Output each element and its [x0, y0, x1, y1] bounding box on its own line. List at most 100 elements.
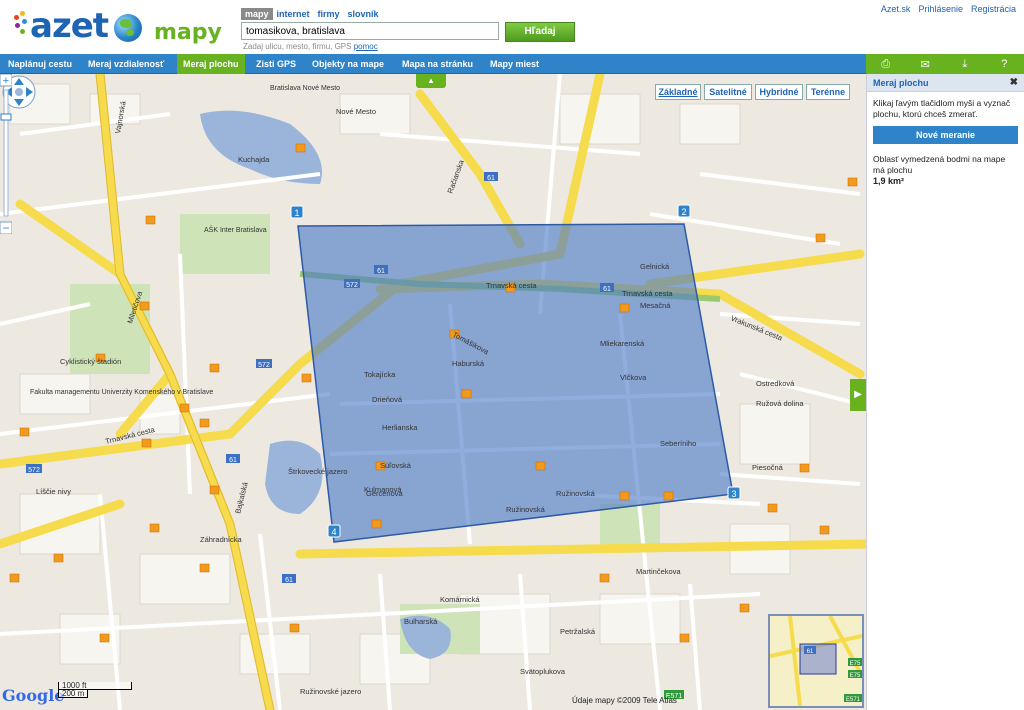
street-label: Kuchajda	[238, 155, 270, 164]
nav-measure-area[interactable]: Meraj plochu	[177, 54, 245, 74]
download-icon[interactable]: ⤓	[957, 58, 973, 71]
map-type-basic[interactable]: Základné	[655, 84, 701, 100]
street-label: Svätoplukova	[520, 667, 566, 676]
search-tab-mapy[interactable]: mapy	[241, 8, 273, 20]
street-label: Ružová dolina	[756, 399, 804, 408]
header: azet mapy mapy internet firmy slovník Za…	[0, 0, 1024, 54]
street-label: Gercenova	[366, 489, 404, 498]
scale-bar: 1000 ft 200 m	[58, 682, 132, 698]
panel-title: Meraj plochu	[873, 78, 929, 88]
measure-panel: Meraj plochu ✖ Klikaj ľavým tlačidlom my…	[866, 74, 1024, 710]
zoom-slider[interactable]: + −	[0, 74, 12, 234]
panel-header: Meraj plochu ✖	[867, 74, 1024, 92]
street-label: Ružinovská	[506, 505, 546, 514]
street-label: Piesočná	[752, 463, 784, 472]
nav-gps[interactable]: Zisti GPS	[250, 54, 302, 74]
street-label: Seberíniho	[660, 439, 696, 448]
panel-instructions: Klikaj ľavým tlačidlom myši a vyznač plo…	[873, 98, 1011, 119]
street-label: Drieňová	[372, 395, 403, 404]
google-logo[interactable]: Google	[2, 686, 64, 705]
map-type-terrain[interactable]: Terénne	[806, 84, 850, 100]
google-logo-text: Google	[2, 686, 65, 705]
street-label: Račianska	[445, 158, 466, 195]
road-badge-1: 61	[487, 175, 495, 182]
link-login[interactable]: Prihlásenie	[918, 4, 963, 14]
street-label: Trnavská cesta	[486, 281, 537, 290]
road-badge-3: 61	[377, 268, 385, 275]
help-icon[interactable]: ?	[996, 58, 1012, 70]
collapse-header-button[interactable]: ▲	[416, 74, 446, 88]
vertex-3-label: 3	[731, 489, 736, 499]
mail-icon[interactable]: ✉	[917, 58, 933, 71]
vertex-4-label: 4	[331, 527, 336, 537]
map-graphics: 1 2 3 4 61 572 61 61 572 61 E571 61 572 …	[0, 74, 866, 710]
search-help-link[interactable]: pomoc	[354, 42, 378, 51]
overview-map[interactable]: 61 E75 E75 E571	[768, 614, 864, 708]
zoom-out-icon[interactable]: −	[2, 221, 9, 234]
street-label: Ružinovská	[556, 489, 596, 498]
street-label: Štrkovecké jazero	[288, 467, 348, 476]
overview-graphics: 61 E75 E75 E571	[770, 616, 862, 706]
new-measurement-button[interactable]: Nové meranie	[873, 126, 1018, 144]
street-label: Martinčekova	[636, 567, 681, 576]
vertex-2-label: 2	[681, 207, 686, 217]
overview-badge: E571	[846, 697, 861, 703]
close-icon[interactable]: ✖	[1010, 74, 1018, 92]
poi-label-inter: AŠK Inter Bratislava	[204, 225, 267, 234]
road-badge-2: 572	[346, 282, 358, 289]
street-label: Cyklistický štadión	[60, 357, 121, 366]
street-label: Komárnická	[440, 595, 480, 604]
logo-text: azet	[30, 6, 109, 46]
print-icon[interactable]: ⎙	[878, 58, 894, 71]
globe-icon	[114, 14, 142, 42]
link-azet[interactable]: Azet.sk	[881, 4, 911, 14]
street-label: Mesačná	[640, 301, 671, 310]
nav-tools: ⎙ ✉ ⤓ ?	[866, 54, 1024, 74]
zoom-in-icon[interactable]: +	[3, 75, 9, 87]
street-label: Mliekarenská	[600, 339, 645, 348]
street-label: Záhradnícka	[200, 535, 243, 544]
hand-icon[interactable]	[15, 88, 23, 96]
street-label: Tokajícka	[364, 370, 396, 379]
search-hint-text: Zadaj ulicu, mesto, firmu, GPS	[243, 42, 352, 51]
link-register[interactable]: Registrácia	[971, 4, 1016, 14]
street-label: Herlianska	[382, 423, 418, 432]
street-label: Ostredková	[756, 379, 795, 388]
nav-plan-route[interactable]: Naplánuj cestu	[2, 54, 78, 74]
search-tab-firmy[interactable]: firmy	[314, 8, 344, 20]
search-input[interactable]	[241, 22, 499, 40]
search-tab-slovnik[interactable]: slovník	[344, 8, 383, 20]
nav-measure-distance[interactable]: Meraj vzdialenosť	[82, 54, 170, 74]
side-panel-toggle[interactable]: ▶	[850, 379, 866, 411]
nav-map-to-page[interactable]: Mapa na stránku	[396, 54, 479, 74]
street-label: Petržalská	[560, 627, 596, 636]
nav-objects[interactable]: Objekty na mape	[306, 54, 390, 74]
nav-city-maps[interactable]: Mapy miest	[484, 54, 545, 74]
street-label: Vlčkova	[620, 373, 647, 382]
map-type-hybrid[interactable]: Hybridné	[755, 84, 803, 100]
logo-dots-icon	[14, 11, 28, 41]
panel-result-value: 1,9 km²	[873, 176, 905, 186]
zoom-handle[interactable]	[0, 113, 12, 121]
map-canvas[interactable]: 1 2 3 4 61 572 61 61 572 61 E571 61 572 …	[0, 74, 866, 710]
top-links: Azet.sk Prihlásenie Registrácia	[881, 4, 1016, 14]
street-label: Nové Mesto	[336, 107, 376, 116]
street-label: Bajkalská	[233, 480, 250, 514]
main-nav: Naplánuj cestu Meraj vzdialenosť Meraj p…	[0, 54, 1024, 74]
overview-badge: E75	[850, 661, 861, 667]
search-tab-internet[interactable]: internet	[273, 8, 314, 20]
map-copyright: Údaje mapy ©2009 Tele Atlas	[572, 696, 677, 705]
azet-logo[interactable]: azet	[14, 6, 109, 46]
street-label: Súľovská	[380, 461, 412, 470]
overview-badge: 61	[807, 649, 814, 655]
search-hint: Zadaj ulicu, mesto, firmu, GPS pomoc	[243, 42, 378, 51]
road-badge-4: 61	[603, 286, 611, 293]
street-label: Gelnická	[640, 262, 670, 271]
street-label: Ružinovské jazero	[300, 687, 361, 696]
search-button[interactable]: Hľadaj	[505, 22, 575, 42]
road-badge-5: 572	[258, 362, 270, 369]
map-type-satellite[interactable]: Satelitné	[704, 84, 752, 100]
vertex-1-label: 1	[294, 208, 299, 218]
street-label: Trnavská cesta	[622, 289, 673, 298]
product-title: mapy	[154, 20, 222, 45]
